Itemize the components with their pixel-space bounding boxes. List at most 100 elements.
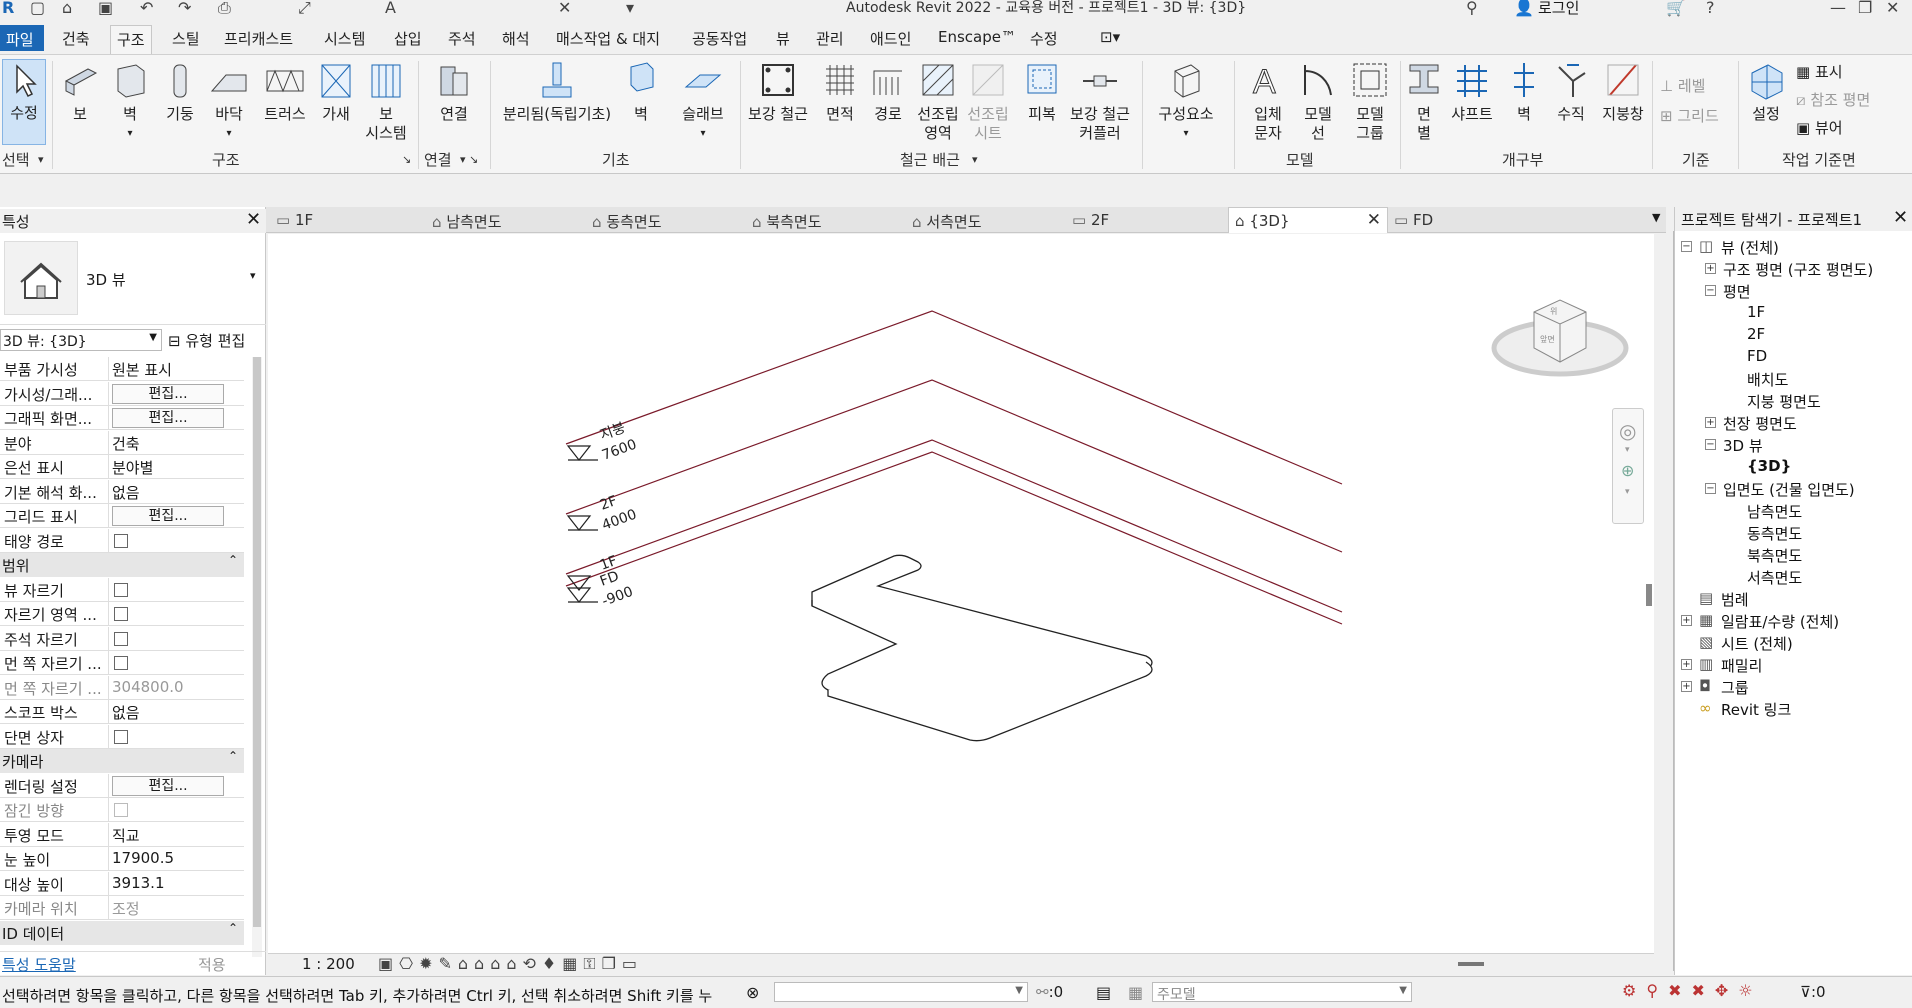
- properties-help-link[interactable]: 특성 도움말: [2, 954, 76, 975]
- apply-button[interactable]: 적용: [198, 954, 226, 975]
- view-control-icons[interactable]: ▣⎔✹✎⌂⌂⌂⌂⟲♦▦⚿❐▭: [378, 954, 643, 974]
- model-text-button[interactable]: A 입체 문자: [1246, 61, 1290, 143]
- browser-tree-item[interactable]: Revit 링크: [1721, 699, 1791, 720]
- close-panel-icon[interactable]: ✕: [246, 209, 261, 230]
- property-value[interactable]: 건축: [112, 433, 140, 454]
- wheel-dropdown-icon[interactable]: ▾: [1625, 445, 1630, 455]
- view-tab-fd[interactable]: ▭ FD: [1394, 207, 1594, 233]
- property-checkbox[interactable]: [114, 631, 128, 646]
- browser-tree-item[interactable]: 그룹: [1721, 677, 1749, 698]
- tab-massing[interactable]: 매스작업 & 대지: [556, 28, 660, 49]
- tree-expand-icon[interactable]: +: [1705, 417, 1716, 428]
- customize-qat-icon[interactable]: ▾: [626, 0, 634, 17]
- view-tab-south[interactable]: ⌂ 남측면도: [432, 207, 582, 233]
- property-value[interactable]: 원본 표시: [112, 359, 172, 380]
- view-tab-2f[interactable]: ▭ 2F: [1072, 207, 1222, 233]
- tab-file[interactable]: 파일: [0, 25, 44, 51]
- horizontal-scroll-handle[interactable]: [1458, 962, 1484, 966]
- tree-expand-icon[interactable]: +: [1681, 681, 1692, 692]
- browser-tree-item[interactable]: 구조 평면 (구조 평면도): [1723, 259, 1873, 280]
- property-section[interactable]: ID 데이터 ⌃: [0, 920, 244, 945]
- workset-dropdown[interactable]: ▼: [774, 982, 1028, 1002]
- browser-tree-item[interactable]: 일람표/수량 (전체): [1721, 611, 1839, 632]
- component-button[interactable]: 구성요소 ▾: [1150, 61, 1222, 143]
- browser-tree-item[interactable]: 시트 (전체): [1721, 633, 1793, 654]
- edit-button[interactable]: 편집...: [112, 775, 224, 796]
- tree-expand-icon[interactable]: −: [1705, 439, 1716, 450]
- tab-insert[interactable]: 삽입: [394, 28, 422, 49]
- design-options-icon[interactable]: ▤: [1096, 983, 1111, 1002]
- dropdown-icon[interactable]: ▾: [1150, 124, 1222, 143]
- browser-tree-item[interactable]: 서측면도: [1747, 567, 1802, 588]
- view-scale[interactable]: 1 : 200: [302, 955, 355, 973]
- tab-architecture[interactable]: 건축: [62, 28, 90, 49]
- minimize-icon[interactable]: —: [1830, 0, 1846, 17]
- view-tab-east[interactable]: ⌂ 동측면도: [592, 207, 742, 233]
- steering-wheel-icon[interactable]: ◎: [1619, 419, 1636, 443]
- property-checkbox[interactable]: [114, 729, 128, 744]
- launcher-icon[interactable]: ↘: [402, 153, 411, 166]
- save-icon[interactable]: ▣: [98, 0, 113, 17]
- browser-tree-item[interactable]: {3D}: [1747, 457, 1791, 475]
- dormer-opening-button[interactable]: 지붕창: [1598, 61, 1648, 124]
- browser-tree-item[interactable]: 3D 뷰: [1723, 435, 1763, 456]
- type-selector[interactable]: 3D 뷰 ▾: [0, 235, 266, 325]
- rebar-group-label[interactable]: 철근 배근: [900, 149, 960, 170]
- tab-manage[interactable]: 관리: [816, 28, 844, 49]
- tab-modify[interactable]: 수정: [1030, 28, 1058, 49]
- isolated-foundation-button[interactable]: 분리됨(독립기초): [498, 61, 616, 124]
- tree-expand-icon[interactable]: +: [1681, 615, 1692, 626]
- tab-addins[interactable]: 애드인: [870, 28, 911, 49]
- fabric-area-button[interactable]: 선조립 영역: [916, 61, 960, 143]
- column-button[interactable]: 기둥: [160, 61, 200, 124]
- browser-tree-item[interactable]: 북측면도: [1747, 545, 1802, 566]
- collapse-icon[interactable]: ⌃: [228, 553, 238, 567]
- slab-foundation-button[interactable]: 슬래브 ▾: [676, 61, 730, 143]
- property-value[interactable]: 직교: [112, 825, 140, 846]
- property-value[interactable]: 없음: [112, 482, 140, 503]
- view-tab-north[interactable]: ⌂ 북측면도: [752, 207, 902, 233]
- cover-button[interactable]: 피복: [1022, 61, 1062, 124]
- tab-enscape[interactable]: Enscape™: [938, 28, 1016, 46]
- user-icon[interactable]: 👤: [1514, 0, 1534, 17]
- login-label[interactable]: 로그인: [1538, 0, 1579, 18]
- tree-expand-icon[interactable]: −: [1705, 285, 1716, 296]
- ribbon-toggle-icon[interactable]: ⊡▾: [1100, 28, 1120, 46]
- property-value[interactable]: 분야별: [112, 457, 153, 478]
- dropdown-icon[interactable]: ▾: [676, 124, 730, 143]
- binoculars-icon[interactable]: ⚲: [1466, 0, 1478, 17]
- properties-scrollbar[interactable]: [252, 357, 262, 957]
- dropdown-icon[interactable]: ▾: [208, 124, 250, 143]
- property-value[interactable]: 3913.1: [112, 874, 165, 892]
- browser-tree-item[interactable]: FD: [1747, 347, 1767, 365]
- rebar-dropdown-icon[interactable]: ▾: [972, 153, 978, 166]
- instance-dropdown[interactable]: 3D 뷰: {3D} ▼: [0, 329, 162, 351]
- revit-logo-icon[interactable]: R: [2, 0, 14, 17]
- select-group-label[interactable]: 선택: [2, 149, 30, 170]
- truss-button[interactable]: 트러스: [262, 61, 308, 124]
- browser-tree-item[interactable]: 2F: [1747, 325, 1765, 343]
- connection-dropdown-icon[interactable]: ▾ ↘: [460, 153, 478, 166]
- edit-button[interactable]: 편집...: [112, 506, 224, 526]
- open-icon[interactable]: ▢: [30, 0, 45, 17]
- folder-icon[interactable]: ⌂: [62, 0, 72, 17]
- set-workplane-button[interactable]: 설정: [1744, 61, 1788, 124]
- floor-button[interactable]: 바닥 ▾: [208, 61, 250, 143]
- tree-expand-icon[interactable]: −: [1705, 483, 1716, 494]
- face-opening-button[interactable]: 면별: [1404, 61, 1444, 143]
- view-tab-3d[interactable]: ⌂ {3D} ✕: [1228, 207, 1388, 233]
- wall-opening-button[interactable]: 벽: [1504, 61, 1544, 124]
- help-icon[interactable]: ?: [1706, 0, 1715, 17]
- close-window-icon[interactable]: ✕: [1886, 0, 1899, 17]
- browser-tree-item[interactable]: 평면: [1723, 281, 1751, 302]
- tab-view[interactable]: 뷰: [776, 28, 790, 49]
- wall-button[interactable]: 벽 ▾: [110, 61, 150, 143]
- restore-icon[interactable]: ❐: [1858, 0, 1872, 17]
- zoom-dropdown-icon[interactable]: ▾: [1625, 487, 1630, 497]
- browser-tree-item[interactable]: 지붕 평면도: [1747, 391, 1821, 412]
- property-value[interactable]: 없음: [112, 702, 140, 723]
- browser-tree-item[interactable]: 패밀리: [1721, 655, 1762, 676]
- edit-button[interactable]: 편집...: [112, 383, 224, 404]
- redo-icon[interactable]: ↷: [178, 0, 191, 17]
- tab-steel[interactable]: 스틸: [172, 28, 200, 49]
